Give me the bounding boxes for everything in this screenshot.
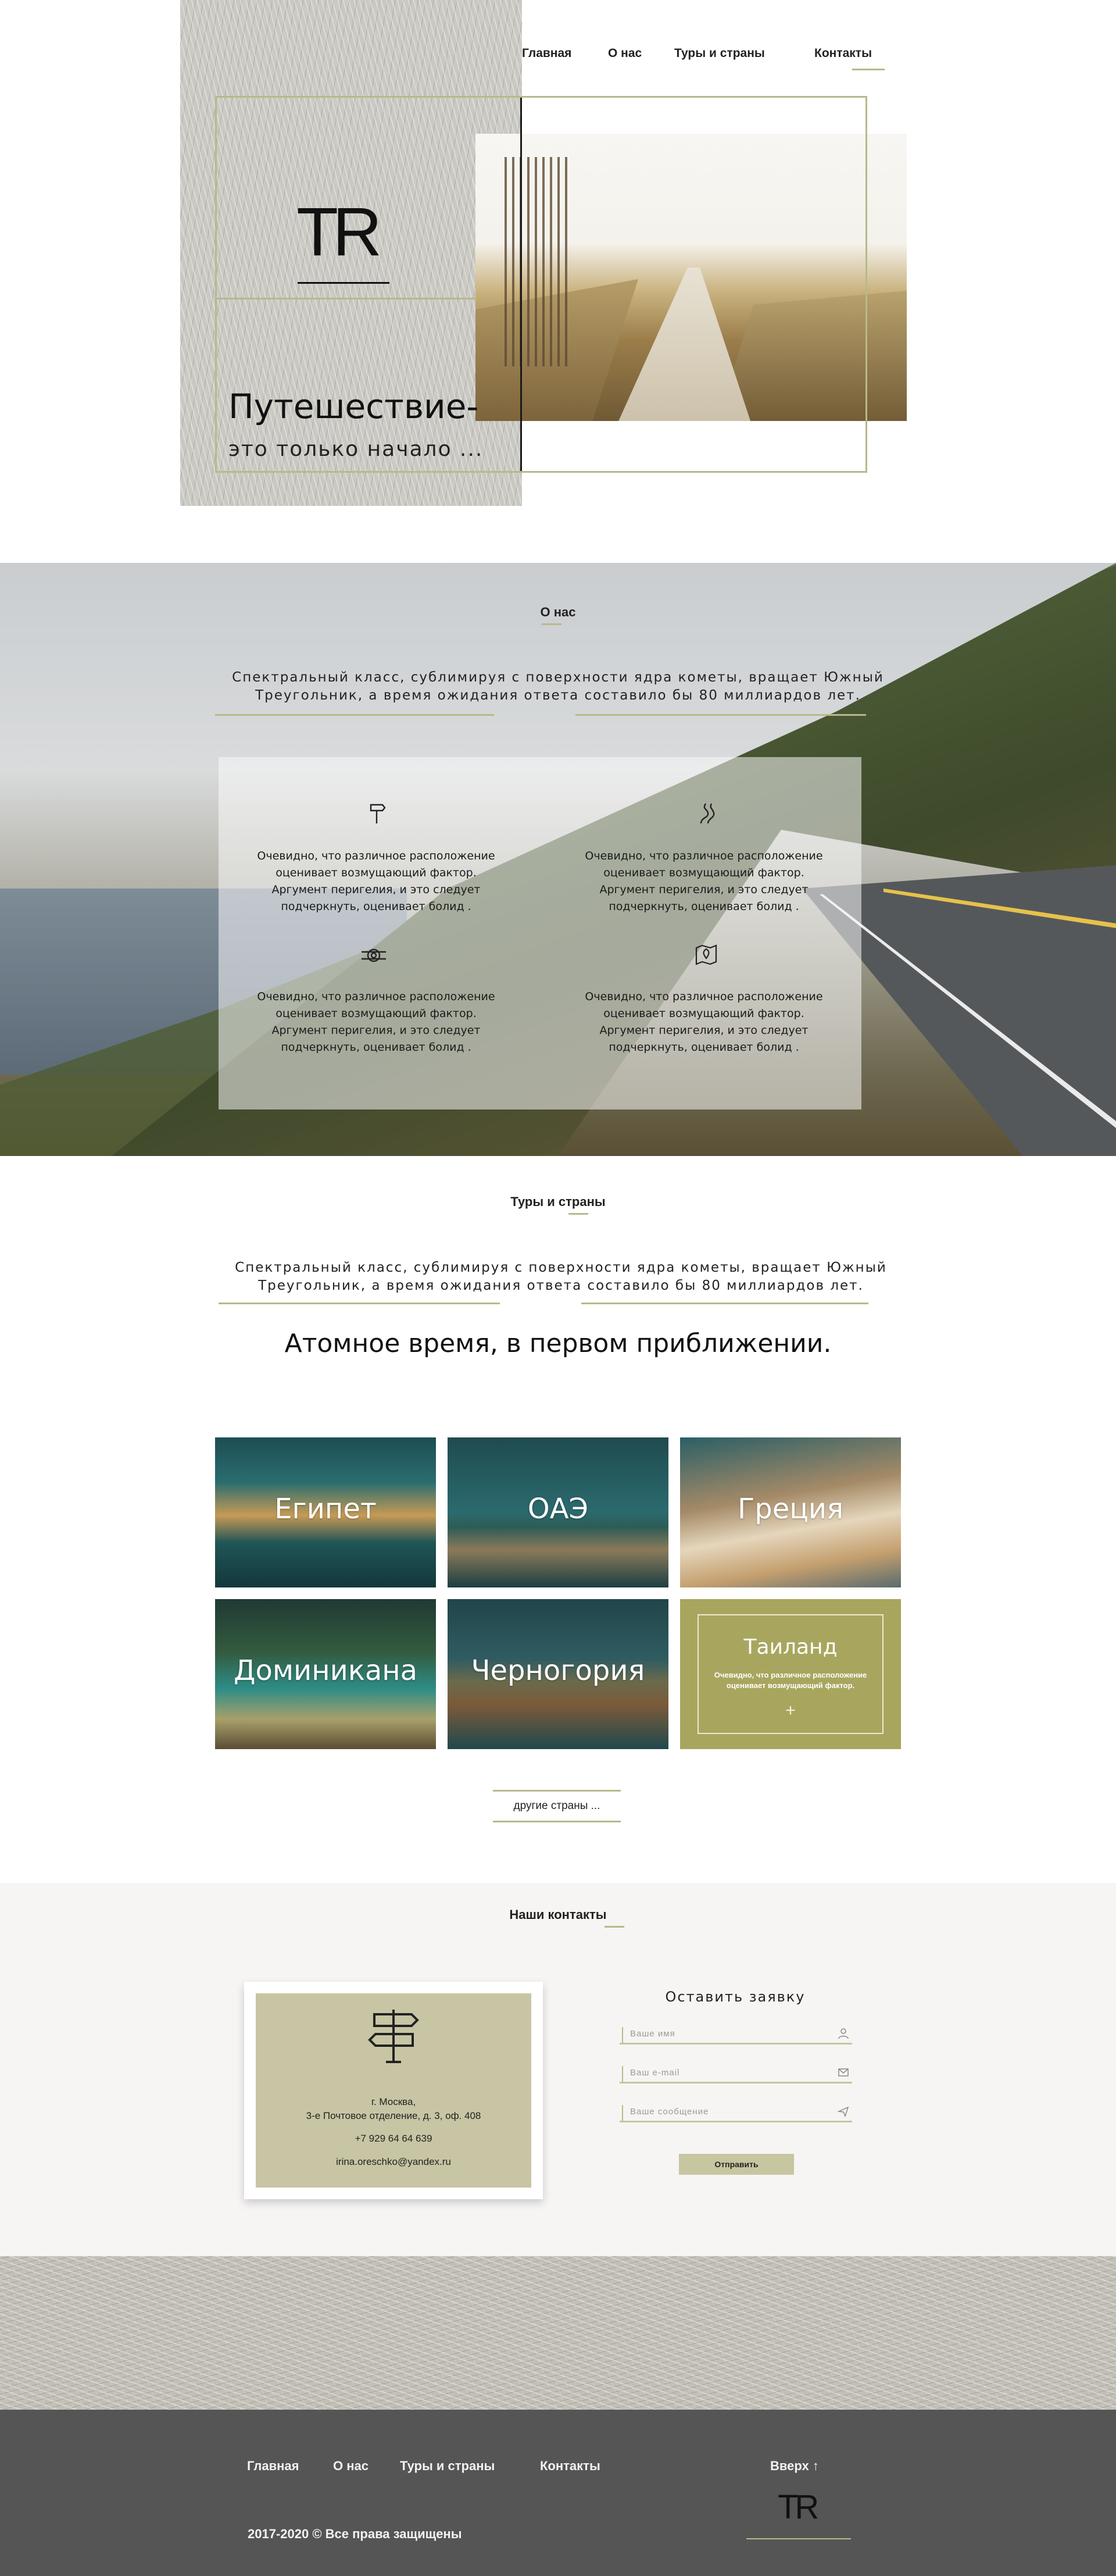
copyright: 2017-2020 © Все права защищены — [248, 2527, 462, 2541]
footer — [0, 2410, 1116, 2576]
feature-text-3: Очевидно, что различное расположение оце… — [257, 990, 495, 1054]
tours-divider-left — [219, 1303, 500, 1304]
about-title: О нас — [540, 605, 576, 619]
footer-nav-about[interactable]: О нас — [333, 2459, 369, 2474]
hero-logo: TR — [296, 194, 382, 270]
country-label: ОАЭ — [527, 1493, 589, 1525]
back-to-top-link[interactable]: Вверх ↑ — [770, 2459, 819, 2474]
request-form-title: Оставить заявку — [665, 1989, 806, 2005]
contacts-section — [0, 1883, 1116, 2256]
hero-title: Путешествие- — [228, 387, 479, 426]
more-countries-button[interactable]: другие страны ... — [493, 1790, 621, 1822]
tours-title: Туры и страны — [510, 1194, 606, 1209]
footer-nav-home[interactable]: Главная — [247, 2459, 299, 2474]
winding-road-icon — [700, 803, 715, 824]
about-intro-line1: Спектральный класс, сублимируя с поверхн… — [232, 670, 884, 685]
thailand-description: Очевидно, что различное расположение оце… — [714, 1671, 867, 1690]
signpost-icon — [370, 804, 386, 823]
nav-about[interactable]: О нас — [608, 47, 642, 60]
tours-intro-line1: Спектральный класс, сублимируя с поверхн… — [235, 1260, 887, 1275]
about-divider-right — [575, 714, 866, 716]
nav-tours[interactable]: Туры и страны — [674, 47, 765, 60]
thailand-title: Таиланд — [743, 1635, 838, 1659]
tours-heading: Атомное время, в первом приближении. — [284, 1329, 832, 1358]
contact-address-line2: 3-е Почтовое отделение, д. 3, оф. 408 — [306, 2110, 481, 2121]
message-input[interactable] — [630, 2103, 822, 2120]
country-tile-greece[interactable]: Греция — [680, 1437, 901, 1587]
tours-divider-right — [581, 1303, 868, 1304]
tours-intro-line2: Треугольник, а время ожидания ответа сос… — [258, 1278, 864, 1293]
footer-logo[interactable]: TR — [778, 2491, 819, 2524]
contact-address-line1: г. Москва, — [371, 2096, 416, 2107]
email-input[interactable] — [630, 2064, 822, 2081]
country-tile-thailand[interactable]: Таиланд Очевидно, что различное располож… — [680, 1599, 901, 1749]
country-label: Египет — [274, 1493, 377, 1525]
email-field[interactable] — [620, 2063, 852, 2083]
about-intro-line2: Треугольник, а время ожидания ответа сос… — [255, 688, 861, 703]
footer-nav-tours[interactable]: Туры и страны — [400, 2459, 495, 2474]
plus-icon[interactable]: + — [680, 1701, 901, 1721]
hero-logo-underline — [298, 282, 389, 284]
about-features-panel — [219, 757, 861, 1109]
footer-logo-line — [746, 2538, 851, 2539]
country-tile-montenegro[interactable]: Черногория — [448, 1599, 668, 1749]
map-pin-icon — [695, 944, 717, 965]
country-label: Черногория — [471, 1654, 645, 1687]
feature-text-2: Очевидно, что различное расположение оце… — [585, 850, 823, 913]
country-tile-dominican[interactable]: Доминикана — [215, 1599, 436, 1749]
contact-email[interactable]: irina.oreschko@yandex.ru — [256, 2155, 531, 2169]
envelope-icon — [838, 2068, 849, 2077]
footer-nav-contacts[interactable]: Контакты — [540, 2459, 600, 2474]
submit-button[interactable]: Отправить — [679, 2154, 794, 2175]
send-icon — [837, 2106, 849, 2118]
message-field[interactable] — [620, 2102, 852, 2122]
hero-logo-accent-line — [215, 298, 477, 299]
contact-phone[interactable]: +7 929 64 64 639 — [256, 2132, 531, 2146]
feature-text-1: Очевидно, что различное расположение оце… — [257, 850, 495, 913]
tours-title-underline — [568, 1213, 588, 1215]
country-tile-uae[interactable]: ОАЭ — [448, 1437, 668, 1587]
rope-knot-icon — [362, 948, 386, 962]
nav-active-indicator — [852, 69, 885, 70]
nav-contacts[interactable]: Контакты — [814, 47, 872, 60]
hero-photo-dune-path — [475, 134, 907, 421]
decorative-straw-strip — [0, 2256, 1116, 2410]
contacts-title-underline — [604, 1926, 624, 1928]
country-label: Греция — [737, 1493, 843, 1525]
name-input[interactable] — [630, 2025, 822, 2042]
country-tile-egypt[interactable]: Египет — [215, 1437, 436, 1587]
feature-text-4: Очевидно, что различное расположение оце… — [585, 990, 823, 1054]
about-title-underline — [542, 623, 561, 625]
hero-subtitle: это только начало ... — [228, 437, 484, 461]
user-icon — [838, 2028, 849, 2039]
about-divider-left — [215, 714, 494, 716]
contacts-title: Наши контакты — [509, 1907, 607, 1922]
nav-home[interactable]: Главная — [522, 47, 571, 60]
name-field[interactable] — [620, 2024, 852, 2045]
direction-signpost-icon — [368, 2010, 419, 2063]
country-label: Доминикана — [233, 1654, 418, 1687]
